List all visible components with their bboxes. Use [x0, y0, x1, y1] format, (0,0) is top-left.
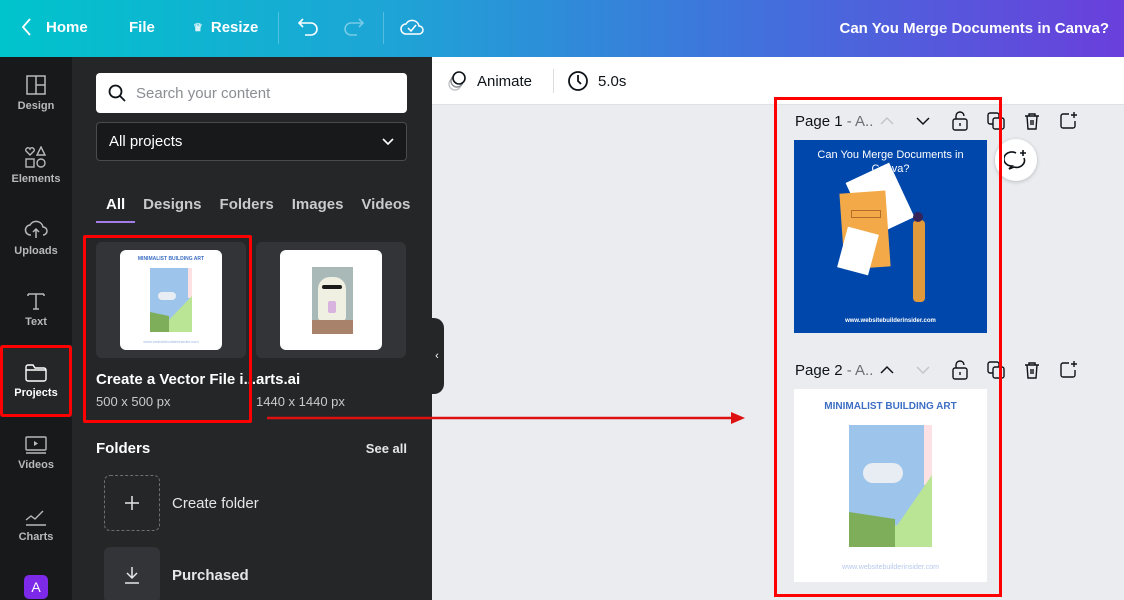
collapse-panel-handle[interactable]: ‹	[430, 318, 444, 394]
tab-designs[interactable]: Designs	[143, 193, 201, 223]
rail-item-projects[interactable]: Projects	[0, 345, 72, 417]
search-icon	[108, 84, 126, 102]
text-icon	[27, 292, 45, 310]
design-thumbnail	[280, 250, 382, 350]
rail-item-charts[interactable]: Charts	[0, 489, 72, 561]
rail-item-uploads[interactable]: Uploads	[0, 201, 72, 273]
folder-label: Create folder	[172, 494, 259, 512]
bear-art	[312, 267, 353, 334]
chevron-left-icon: ‹	[435, 350, 439, 362]
divider	[278, 12, 279, 44]
rail-label: Elements	[11, 172, 61, 185]
rail-label: Uploads	[14, 244, 58, 257]
see-all-link[interactable]: See all	[366, 441, 407, 456]
save-status-button[interactable]	[400, 16, 424, 43]
resize-label: Resize	[210, 19, 259, 36]
design-size: 1440 x 1440 px	[256, 394, 345, 409]
rail-item-elements[interactable]: Elements	[0, 129, 72, 201]
add-page-icon[interactable]	[1060, 111, 1078, 129]
trash-icon[interactable]	[1024, 361, 1040, 379]
add-page-icon[interactable]	[1060, 360, 1078, 378]
home-label: Home	[46, 18, 88, 36]
annotation-box	[83, 235, 252, 423]
crown-icon: ♛	[193, 22, 203, 34]
rail-item-videos[interactable]: Videos	[0, 417, 72, 489]
app-icon[interactable]: A	[24, 575, 48, 599]
project-filter-select[interactable]: All projects	[96, 122, 407, 161]
create-folder-button[interactable]: Create folder	[104, 475, 259, 531]
rail-item-design[interactable]: Design	[0, 57, 72, 129]
document-title[interactable]: Can You Merge Documents in Canva?	[840, 20, 1110, 37]
chart-icon	[25, 510, 46, 526]
trash-icon[interactable]	[1024, 112, 1040, 130]
filter-selected-label: All projects	[109, 133, 183, 150]
animate-icon	[448, 71, 466, 91]
animate-button[interactable]: Animate	[446, 70, 532, 92]
clock-icon	[568, 71, 588, 91]
folders-heading: Folders	[96, 440, 151, 457]
chevron-left-icon	[22, 18, 31, 36]
projects-panel: All projects All Designs Folders Images …	[72, 57, 432, 600]
comment-add-icon	[1004, 150, 1026, 170]
folder-item-purchased[interactable]: Purchased	[104, 547, 249, 600]
layout-icon	[26, 74, 46, 95]
redo-button[interactable]	[343, 17, 365, 42]
duration-button[interactable]: 5.0s	[567, 70, 626, 92]
rail-label: Text	[25, 315, 47, 328]
tab-images[interactable]: Images	[292, 193, 344, 223]
duration-label: 5.0s	[598, 72, 627, 90]
resize-button[interactable]: ♛ Resize	[193, 19, 258, 36]
annotation-box	[0, 345, 72, 417]
animate-label: Animate	[477, 72, 533, 90]
rail-label: Design	[17, 99, 55, 112]
plus-icon	[104, 475, 160, 531]
cloud-check-icon	[400, 19, 424, 35]
design-card[interactable]	[256, 242, 406, 358]
chevron-down-icon	[382, 137, 394, 145]
divider	[553, 69, 554, 93]
video-icon	[25, 435, 47, 454]
annotation-arrow	[267, 412, 745, 424]
side-rail: Design Elements Uploads Text Projects Vi…	[0, 57, 72, 600]
rail-item-text[interactable]: Text	[0, 273, 72, 345]
design-title[interactable]: arts.ai	[256, 371, 300, 388]
rail-label: Videos	[18, 458, 54, 471]
shapes-icon	[25, 145, 47, 168]
tab-all[interactable]: All	[96, 193, 136, 223]
undo-button[interactable]	[297, 17, 319, 42]
tab-folders[interactable]: Folders	[220, 193, 274, 223]
divider	[383, 12, 384, 44]
redo-icon	[344, 18, 365, 36]
top-bar: Home File ♛ Resize Can You Merge Documen…	[0, 0, 1124, 57]
tab-videos[interactable]: Videos	[361, 193, 410, 223]
annotation-box	[774, 97, 1002, 597]
cloud-upload-icon	[24, 220, 48, 238]
home-button[interactable]: Home	[22, 18, 88, 36]
undo-icon	[297, 18, 318, 36]
search-box[interactable]	[96, 73, 407, 113]
content-tabs: All Designs Folders Images Videos	[96, 193, 428, 223]
folder-label: Purchased	[172, 566, 249, 584]
search-input[interactable]	[136, 84, 386, 102]
rail-label: Charts	[18, 530, 54, 543]
download-icon	[104, 547, 160, 600]
file-menu-button[interactable]: File	[129, 19, 155, 36]
